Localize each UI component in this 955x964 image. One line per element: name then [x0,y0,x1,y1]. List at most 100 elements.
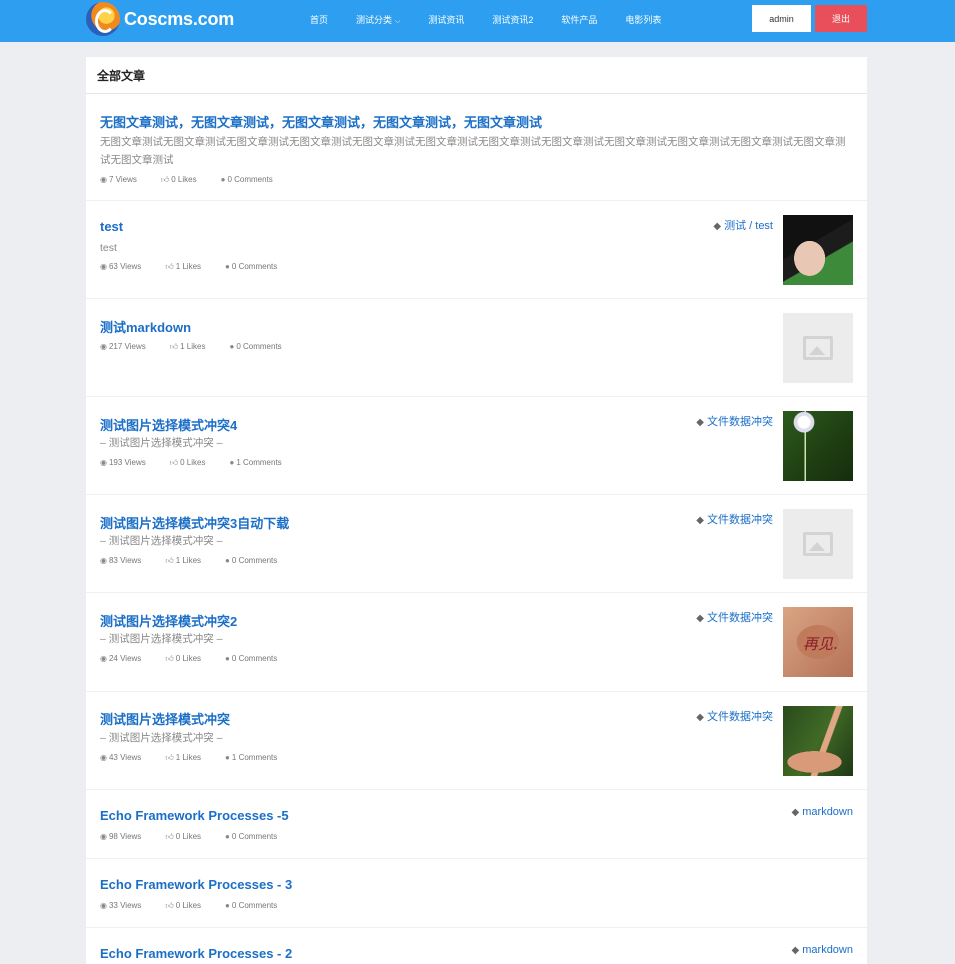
article-title[interactable]: 测试图片选择模式冲突2 [100,611,237,630]
article-thumbnail[interactable] [783,411,853,481]
likes-count: 1 Likes [175,262,202,271]
likes-count: 1 Likes [175,556,202,565]
article-title[interactable]: 测试图片选择模式冲突3自动下载 [100,513,289,532]
nav-item-home[interactable]: 首页 [310,13,328,26]
article-tag[interactable]: ◆ markdown [792,944,853,956]
likes-count: 0 Likes [175,832,202,841]
article-thumbnail[interactable]: 再见. [783,607,853,677]
article-title[interactable]: 无图文章测试，无图文章测试，无图文章测试，无图文章测试，无图文章测试 [100,112,542,131]
article-thumbnail-placeholder[interactable] [783,313,853,383]
article-title[interactable]: Echo Framework Processes - 3 [100,877,292,892]
comments-count: 1 Comments [231,753,278,762]
article-title[interactable]: 测试图片选择模式冲突4 [100,415,237,434]
likes-count: 0 Likes [175,654,202,663]
views-count: 7 Views [108,175,137,184]
views-count: 24 Views [108,654,142,663]
thumbs-up-icon: 👍︎ [165,262,174,271]
comment-icon: ● [225,654,230,663]
thumbs-up-icon: 👍︎ [160,175,170,184]
article-desc: – 测试图片选择模式冲突 – [100,535,223,547]
tags-icon: ◆ [696,515,704,526]
tags-icon: ◆ [696,417,704,428]
views-count: 193 Views [108,458,146,467]
article-item: 测试图片选择模式冲突3自动下载 – 测试图片选择模式冲突 – ◉ 83 Views… [86,495,867,593]
thumbs-up-icon: 👍︎ [169,342,179,351]
tags-icon: ◆ [713,221,722,232]
article-title[interactable]: Echo Framework Processes -5 [100,808,289,823]
tag-label: markdown [802,944,853,956]
comments-count: 0 Comments [231,654,278,663]
article-thumbnail[interactable] [783,706,853,776]
article-thumbnail-placeholder[interactable] [783,509,853,579]
section-title: 全部文章 [86,57,867,94]
views-count: 33 Views [108,901,142,910]
article-title[interactable]: Echo Framework Processes - 2 [100,946,292,961]
views-count: 98 Views [108,832,142,841]
eye-icon: ◉ [100,901,107,910]
article-tag[interactable]: ◆ markdown [792,806,853,818]
article-desc: – 测试图片选择模式冲突 – [100,437,223,449]
article-item: Echo Framework Processes - 3 ◉ 33 Views 👍︎… [86,859,867,928]
views-count: 63 Views [108,262,142,271]
tag-label: 文件数据冲突 [707,416,773,428]
comment-icon: ● [225,753,230,762]
article-meta: ◉ 63 Views 👍︎ 1 Likes ● 0 Comments [100,262,301,272]
article-list-panel: 全部文章 无图文章测试，无图文章测试，无图文章测试，无图文章测试，无图文章测试 … [86,57,867,964]
nav-item-test-news-2[interactable]: 测试资讯2 [492,13,533,26]
top-navbar: Coscms.com 首页 测试分类 ⌵ 测试资讯 测试资讯2 软件产品 电影列表… [0,0,955,42]
comments-count: 0 Comments [231,556,278,565]
article-tag[interactable]: ◆ 文件数据冲突 [696,609,773,625]
comments-count: 1 Comments [236,458,282,467]
likes-count: 1 Likes [180,342,206,351]
article-meta: ◉ 217 Views 👍︎ 1 Likes ● 0 Comments [100,342,306,352]
article-tag[interactable]: ◆ 文件数据冲突 [696,511,773,527]
brand-name: Coscms.com [124,8,235,29]
image-placeholder-icon [803,336,833,360]
article-item: Echo Framework Processes - 2 ◆ markdown [86,928,867,964]
tag-label: 文件数据冲突 [707,612,773,624]
tags-icon: ◆ [791,807,800,818]
article-thumbnail[interactable] [783,215,853,285]
tag-label: 测试 / test [724,220,773,232]
main-nav: 首页 测试分类 ⌵ 测试资讯 测试资讯2 软件产品 电影列表 [296,0,675,38]
article-tag[interactable]: ◆ 文件数据冲突 [696,413,773,429]
nav-item-test-category[interactable]: 测试分类 ⌵ [356,13,400,26]
tag-label: markdown [802,806,853,818]
article-meta: ◉ 83 Views 👍︎ 1 Likes ● 0 Comments [100,556,301,566]
user-menu-button[interactable]: admin [752,5,811,32]
likes-count: 1 Likes [175,753,202,762]
tags-icon: ◆ [696,712,704,723]
article-tag[interactable]: ◆ 测试 / test [713,217,773,233]
article-tag[interactable]: ◆ 文件数据冲突 [696,708,773,724]
article-title[interactable]: 测试markdown [100,317,191,336]
nav-item-movies[interactable]: 电影列表 [625,13,661,26]
article-item: 测试图片选择模式冲突4 – 测试图片选择模式冲突 – ◉ 193 Views 👍︎ 0… [86,397,867,495]
likes-count: 0 Likes [175,901,202,910]
site-logo[interactable]: Coscms.com [86,0,234,38]
article-item: test test ◉ 63 Views 👍︎ 1 Likes ● 0 Comments … [86,201,867,299]
nav-item-test-news[interactable]: 测试资讯 [428,13,464,26]
nav-item-software[interactable]: 软件产品 [561,13,597,26]
eye-icon: ◉ [100,832,107,841]
views-count: 43 Views [108,753,142,762]
comment-icon: ● [220,175,226,184]
comment-icon: ● [229,458,235,467]
comments-count: 0 Comments [236,342,282,351]
thumbs-up-icon: 👍︎ [165,832,174,841]
article-item: 无图文章测试，无图文章测试，无图文章测试，无图文章测试，无图文章测试 无图文章测… [86,95,867,201]
image-placeholder-icon [803,532,833,556]
article-item: 测试图片选择模式冲突2 – 测试图片选择模式冲突 – ◉ 24 Views 👍︎ 0 … [86,593,867,692]
article-title[interactable]: 测试图片选择模式冲突 [100,709,230,728]
eye-icon: ◉ [100,654,107,663]
article-meta: ◉ 7 Views 👍︎ 0 Likes ● 0 Comments [100,175,297,185]
article-title[interactable]: test [100,219,123,234]
chevron-down-icon: ⌵ [395,17,401,25]
article-item: 测试图片选择模式冲突 – 测试图片选择模式冲突 – ◉ 43 Views 👍︎ 1 L… [86,692,867,790]
likes-count: 0 Likes [180,458,206,467]
comments-count: 0 Comments [231,262,278,271]
logout-button[interactable]: 退出 [815,5,867,32]
article-desc: – 测试图片选择模式冲突 – [100,732,223,744]
comment-icon: ● [225,262,230,271]
article-meta: ◉ 24 Views 👍︎ 0 Likes ● 0 Comments [100,654,301,664]
nav-item-label: 测试分类 [356,14,393,25]
